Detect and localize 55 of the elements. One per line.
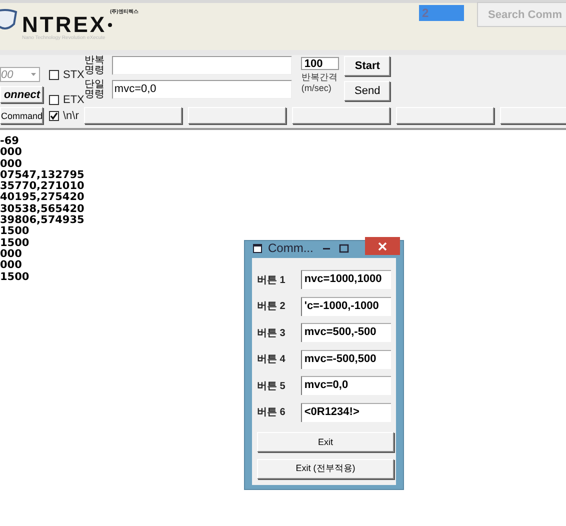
output-line: -69	[0, 136, 19, 147]
repeat-command-field[interactable]	[112, 56, 292, 75]
output-line: 07547,132795	[0, 170, 84, 181]
output-line: 39806,574935	[0, 215, 84, 226]
close-button[interactable]	[365, 237, 400, 255]
blank-button[interactable]	[396, 107, 494, 124]
command-field[interactable]: <0R1234!>	[301, 402, 391, 422]
blank-button[interactable]	[84, 107, 182, 124]
connect-button[interactable]: onnect	[0, 86, 43, 103]
output-line: 000	[0, 158, 22, 170]
output-line: 1500	[0, 238, 30, 249]
close-icon	[378, 242, 387, 250]
output-line: 40195,275420	[0, 192, 84, 204]
command-field[interactable]: mvc=500,-500	[301, 323, 391, 342]
output-line: 35770,271010	[0, 181, 84, 192]
button-label: 버튼 1	[257, 274, 286, 286]
blank-button[interactable]	[292, 107, 390, 124]
start-button[interactable]: Start	[344, 56, 390, 76]
checkbox-label: \n\r	[63, 110, 79, 122]
window-icon	[253, 244, 262, 252]
single-command-field[interactable]: mvc=0,0	[112, 80, 292, 98]
output-line: 30538,565420	[0, 204, 84, 215]
repeat-command-label: 반복명령	[84, 56, 106, 76]
output-line: 000	[0, 260, 22, 272]
maximize-icon[interactable]	[339, 244, 350, 252]
baud-combo[interactable]: 00	[0, 67, 40, 82]
button-label: 버튼 2	[257, 300, 286, 313]
output-line: 000	[0, 147, 22, 159]
button-label: 버튼 5	[257, 380, 286, 392]
exit-button[interactable]: Exit	[257, 432, 394, 452]
checkbox[interactable]	[49, 94, 59, 104]
single-command-label: 단일명령	[84, 80, 106, 100]
command-field[interactable]: 'c=-1000,-1000	[301, 296, 391, 316]
output-line: 000	[0, 248, 22, 260]
checkbox[interactable]	[49, 110, 59, 120]
interval-field[interactable]: 100	[301, 57, 340, 70]
exit-button[interactable]: Exit (전부적용)	[257, 458, 394, 478]
checkbox[interactable]	[49, 70, 59, 80]
command-field[interactable]: nvc=1000,1000	[301, 270, 391, 289]
logo-name: NTREX	[22, 15, 107, 35]
interval-label: 반복간격 (m/sec)	[301, 72, 338, 94]
checkbox-label: STX	[63, 68, 84, 80]
command-field[interactable]: mvc=-500,500	[301, 350, 391, 368]
button-label: 버튼 4	[257, 353, 286, 366]
command-field[interactable]: mvc=0,0	[301, 376, 391, 395]
logo-dot	[108, 23, 112, 27]
button-label: 버튼 3	[257, 326, 286, 340]
output-line: 1500	[0, 226, 30, 238]
command-button[interactable]: Command	[0, 107, 43, 124]
checkbox-label: ETX	[63, 94, 84, 106]
send-button[interactable]: Send	[344, 81, 390, 101]
dialog-title: Comm...	[268, 241, 314, 255]
output-line: 1500	[0, 272, 30, 283]
blank-button[interactable]	[188, 107, 286, 124]
button-label: 버튼 6	[257, 406, 286, 419]
